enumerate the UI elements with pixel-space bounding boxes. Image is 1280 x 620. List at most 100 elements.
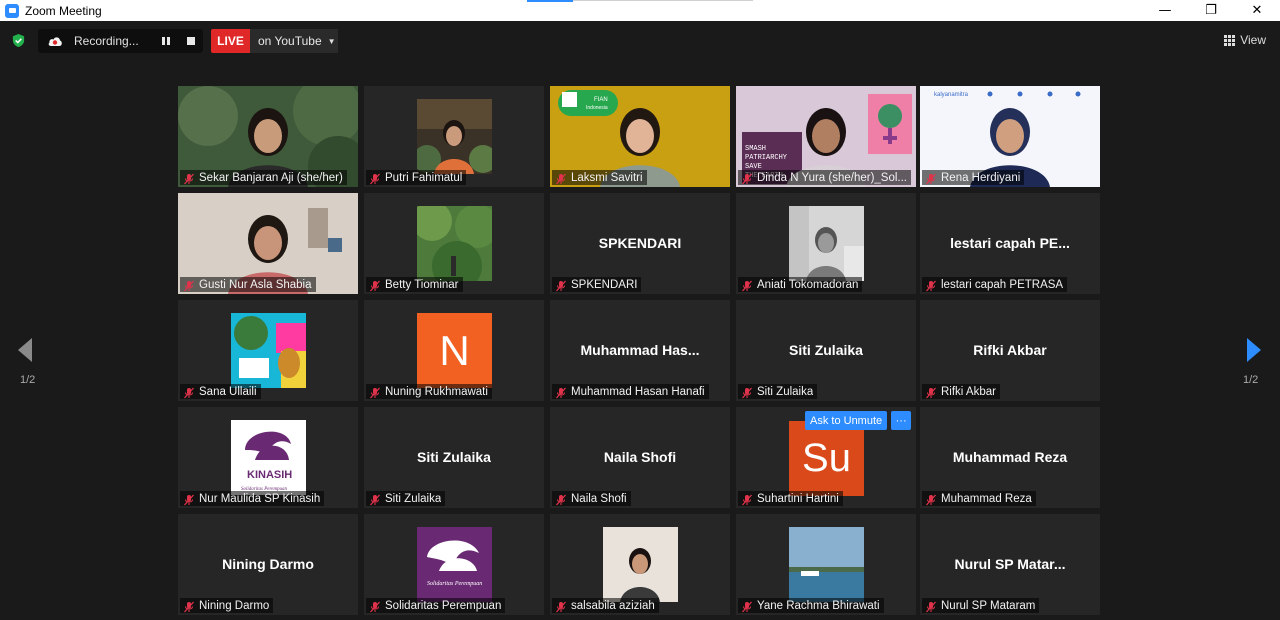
view-button[interactable]: View (1224, 32, 1266, 48)
mic-muted-icon (925, 386, 937, 398)
mic-muted-icon (183, 600, 195, 612)
participant-tile[interactable]: Siti Zulaika Siti Zulaika (736, 300, 916, 401)
meeting-toolbar: Recording... LIVE on YouTube ▼ View (0, 21, 1280, 61)
mic-muted-icon (925, 493, 937, 505)
stream-target-label: on YouTube (258, 34, 322, 48)
participant-tile[interactable]: salsabila aziziah (550, 514, 730, 615)
participant-name: Dinda N Yura (she/her)_Sol... (757, 171, 908, 184)
participant-name: Rena Herdiyani (941, 171, 1021, 184)
previous-page-arrow-icon[interactable] (17, 337, 33, 363)
mic-muted-icon (741, 600, 753, 612)
mic-muted-icon (555, 493, 567, 505)
minimize-button[interactable]: — (1142, 0, 1188, 21)
participant-tile[interactable]: kalyanamitra Rena Herdiyani (920, 86, 1100, 187)
svg-text:Indonesia: Indonesia (586, 105, 608, 111)
participant-tile[interactable]: Solidaritas Perempuan Solidaritas Perempu… (364, 514, 544, 615)
participant-tile[interactable]: Sana Ullaili (178, 300, 358, 401)
participant-tile[interactable]: lestari capah PE... lestari capah PETRASA (920, 193, 1100, 294)
participant-tile[interactable]: Aniati Tokomadoran (736, 193, 916, 294)
participant-tile[interactable]: Siti Zulaika Siti Zulaika (364, 407, 544, 508)
live-badge: LIVE (211, 29, 250, 53)
participant-name-label: Siti Zulaika (366, 491, 446, 506)
participant-tile[interactable]: N Nuning Rukhmawati (364, 300, 544, 401)
participant-tile[interactable]: Nurul SP Matar... Nurul SP Mataram (920, 514, 1100, 615)
participant-name: Muhammad Reza (941, 492, 1032, 505)
mic-muted-icon (555, 600, 567, 612)
pause-recording-icon[interactable] (162, 36, 172, 46)
ask-to-unmute-button[interactable]: Ask to Unmute (805, 411, 888, 430)
more-options-button[interactable]: ··· (891, 411, 912, 430)
participant-name: SPKENDARI (571, 278, 638, 291)
participant-tile[interactable]: Muhammad Reza Muhammad Reza (920, 407, 1100, 508)
window-title: Zoom Meeting (25, 3, 102, 18)
participant-tile[interactable]: KINASIH Solidaritas Perempuan Nur Maulida … (178, 407, 358, 508)
zoom-app-icon (5, 3, 19, 18)
participant-name-label: Nining Darmo (180, 598, 274, 613)
participant-name: Gusti Nur Asla Shabia (199, 278, 312, 291)
participant-name-label: Aniati Tokomadoran (738, 277, 863, 292)
title-accent-line (527, 0, 573, 2)
participant-tile[interactable]: Sekar Banjaran Aji (she/her) (178, 86, 358, 187)
mic-muted-icon (183, 279, 195, 291)
participant-tile[interactable]: SMASHPATRIARCHYSAVETHE EARTHDinda N Yura… (736, 86, 916, 187)
title-divider (573, 0, 753, 1)
participant-name: Yane Rachma Bhirawati (757, 599, 880, 612)
participant-name-label: SPKENDARI (552, 277, 642, 292)
participant-tile[interactable]: Yane Rachma Bhirawati (736, 514, 916, 615)
solidaritas-perempuan-logo: Solidaritas Perempuan (417, 527, 492, 602)
mic-muted-icon (925, 172, 937, 184)
participant-tile[interactable]: Nining Darmo Nining Darmo (178, 514, 358, 615)
participant-tile[interactable]: FIAN Indonesia Laksmi Savitri (550, 86, 730, 187)
mic-muted-icon (369, 279, 381, 291)
gallery-grid-icon (1224, 34, 1236, 46)
mic-muted-icon (555, 386, 567, 398)
participant-name: Siti Zulaika (385, 492, 442, 505)
cloud-recording-icon (48, 37, 62, 46)
mic-muted-icon (369, 493, 381, 505)
participant-tile[interactable]: Betty Tiominar (364, 193, 544, 294)
participant-name-label: Sekar Banjaran Aji (she/her) (180, 170, 347, 185)
sp-kinasih-logo: KINASIH Solidaritas Perempuan (231, 420, 306, 495)
participant-name-label: salsabila aziziah (552, 598, 659, 613)
mic-muted-icon (369, 386, 381, 398)
participant-name: Betty Tiominar (385, 278, 459, 291)
window-titlebar: Zoom Meeting — ❐ ✕ (0, 0, 1280, 21)
participant-name-label: Sana Ullaili (180, 384, 261, 399)
participant-name: Aniati Tokomadoran (757, 278, 859, 291)
participant-tile[interactable]: Naila Shofi Naila Shofi (550, 407, 730, 508)
participant-initial-avatar: N (417, 313, 492, 388)
participant-tile[interactable]: SPKENDARI SPKENDARI (550, 193, 730, 294)
svg-text:Solidaritas Perempuan: Solidaritas Perempuan (427, 581, 482, 587)
participant-name-label: Naila Shofi (552, 491, 631, 506)
participant-name-label: Nuning Rukhmawati (366, 384, 492, 399)
recording-label: Recording... (74, 34, 139, 48)
participant-tile[interactable]: Gusti Nur Asla Shabia (178, 193, 358, 294)
view-label: View (1240, 33, 1266, 47)
close-button[interactable]: ✕ (1234, 0, 1280, 21)
participant-name-label: Suhartini Hartini (738, 491, 843, 506)
participant-name: Muhammad Hasan Hanafi (571, 385, 705, 398)
participant-name: Solidaritas Perempuan (385, 599, 502, 612)
participant-name: Suhartini Hartini (757, 492, 839, 505)
participant-name: Nur Maulida SP Kinasih (199, 492, 321, 505)
participant-tile[interactable]: Rifki Akbar Rifki Akbar (920, 300, 1100, 401)
svg-text:KINASIH: KINASIH (247, 469, 292, 481)
participant-name-label: Rifki Akbar (922, 384, 1000, 399)
participant-name: Siti Zulaika (757, 385, 814, 398)
maximize-button[interactable]: ❐ (1188, 0, 1234, 21)
participant-name-label: Rena Herdiyani (922, 170, 1025, 185)
participant-tile[interactable]: Putri Fahimatul (364, 86, 544, 187)
chevron-down-icon: ▼ (327, 36, 336, 46)
participant-name: Naila Shofi (571, 492, 627, 505)
participant-name-label: Muhammad Hasan Hanafi (552, 384, 709, 399)
next-page-arrow-icon[interactable] (1246, 337, 1262, 363)
stop-recording-icon[interactable] (187, 37, 195, 45)
live-stream-dropdown[interactable]: on YouTube ▼ (250, 29, 338, 53)
participant-name: Putri Fahimatul (385, 171, 463, 184)
participant-name-label: Siti Zulaika (738, 384, 818, 399)
participant-name: Sana Ullaili (199, 385, 257, 398)
security-shield-icon[interactable] (11, 33, 26, 48)
participant-name-label: Putri Fahimatul (366, 170, 467, 185)
participant-tile[interactable]: Muhammad Has... Muhammad Hasan Hanafi (550, 300, 730, 401)
mic-muted-icon (925, 600, 937, 612)
